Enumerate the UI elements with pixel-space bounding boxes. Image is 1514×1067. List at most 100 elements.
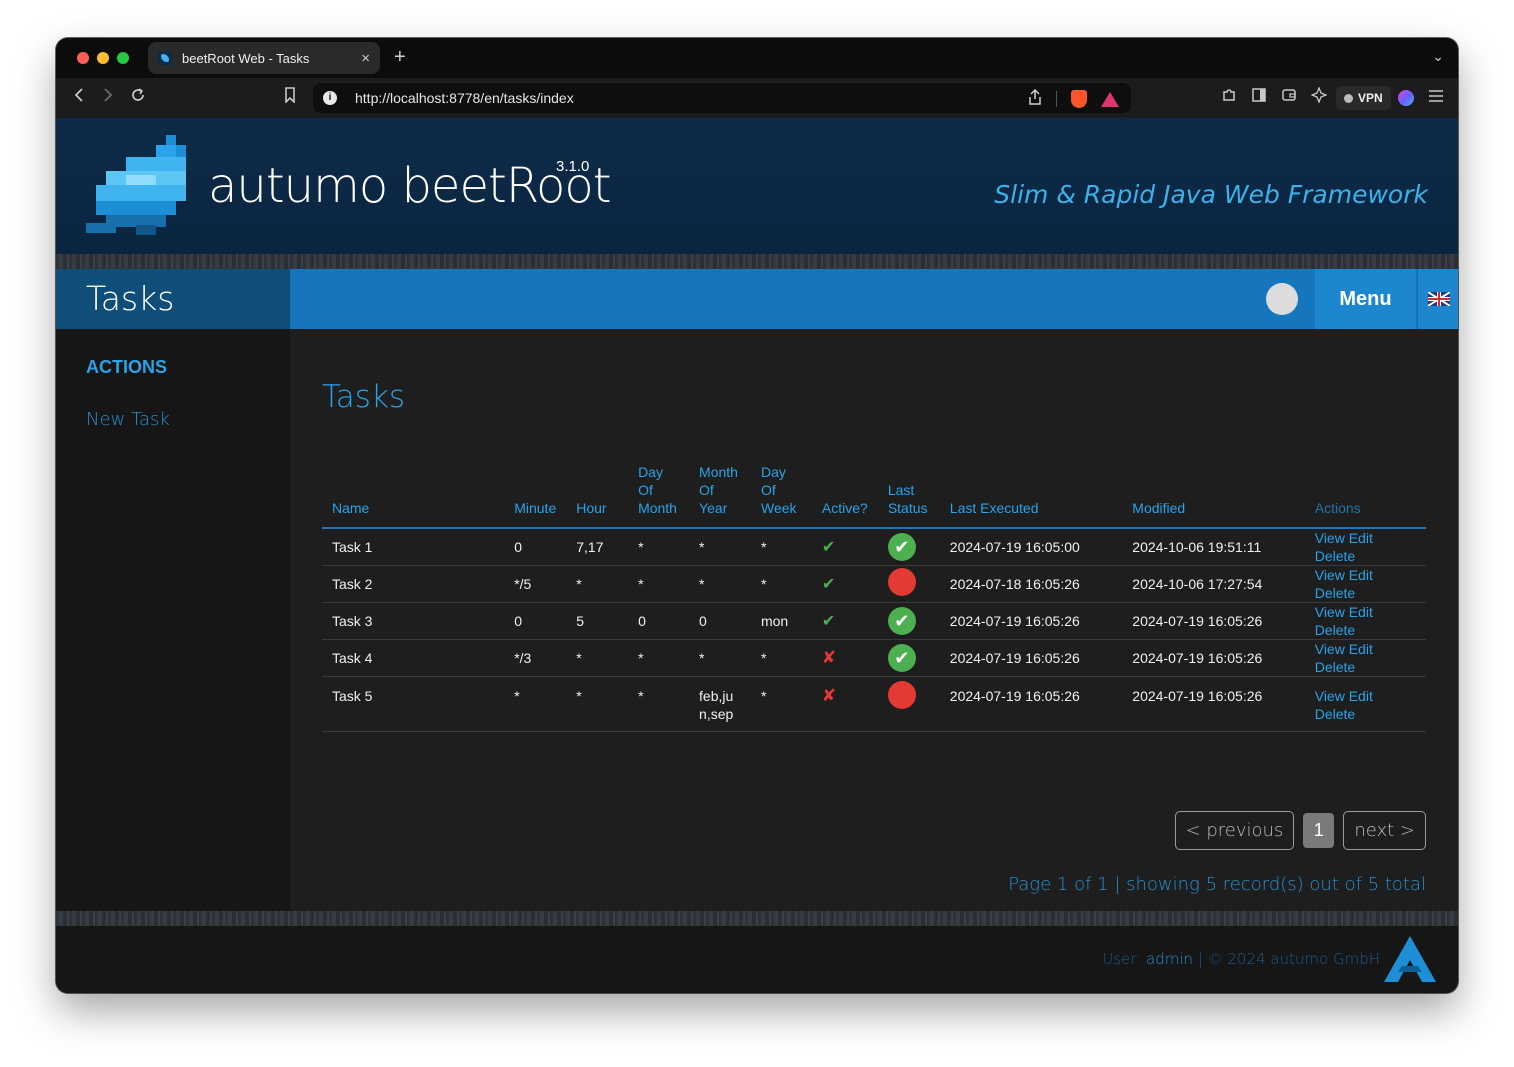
column-header-last-status[interactable]: Last Status xyxy=(877,460,940,529)
column-header-name[interactable]: Name xyxy=(322,460,505,529)
cell-actions: View Edit Delete xyxy=(1304,602,1426,640)
cell-modified: 2024-10-06 17:27:54 xyxy=(1122,565,1305,603)
vpn-button[interactable]: VPN xyxy=(1336,86,1391,110)
version-label: 3.1.0 xyxy=(556,158,590,175)
cell-last-status: ✔ xyxy=(877,528,940,566)
share-icon[interactable] xyxy=(1028,88,1042,109)
cell-name: Task 4 xyxy=(322,639,505,677)
cell-month-of-year: * xyxy=(689,565,751,603)
column-header-month-of-year[interactable]: Month Of Year xyxy=(689,460,751,529)
cell-last-status xyxy=(877,565,940,603)
cell-actions: View Edit Delete xyxy=(1304,565,1426,603)
table-row: Task 2 */5 * * * * ✔ 2024-07-18 16:05:26… xyxy=(322,565,1426,603)
cell-modified: 2024-07-19 16:05:26 xyxy=(1122,676,1305,732)
next-page-button[interactable]: next > xyxy=(1343,811,1426,850)
leo-ai-icon[interactable] xyxy=(1308,86,1330,109)
footer: User: admin | © 2024 autumo GmbH xyxy=(56,926,1458,993)
edit-link[interactable]: Edit xyxy=(1349,567,1373,583)
inactive-cross-icon: ✘ xyxy=(821,648,837,667)
cell-modified: 2024-07-19 16:05:26 xyxy=(1122,639,1305,677)
cell-last-executed: 2024-07-19 16:05:26 xyxy=(939,676,1123,732)
tab-title: beetRoot Web - Tasks xyxy=(182,50,310,66)
column-header-day-of-week[interactable]: Day Of Week xyxy=(750,460,812,529)
brave-rewards-icon[interactable] xyxy=(1101,91,1119,107)
column-header-active[interactable]: Active? xyxy=(811,460,878,529)
cell-last-executed: 2024-07-19 16:05:26 xyxy=(939,639,1123,677)
maximize-window-button[interactable] xyxy=(117,52,129,64)
sidebar-item-new-task[interactable]: New Task xyxy=(86,409,170,430)
column-header-actions: Actions xyxy=(1304,460,1426,529)
status-ok-icon: ✔ xyxy=(887,533,916,561)
close-window-button[interactable] xyxy=(77,52,89,64)
view-link[interactable]: View xyxy=(1315,641,1345,657)
cell-name: Task 3 xyxy=(322,602,505,640)
browser-tab[interactable]: beetRoot Web - Tasks × xyxy=(148,42,380,74)
view-link[interactable]: View xyxy=(1315,567,1345,583)
column-header-modified[interactable]: Modified xyxy=(1122,460,1305,529)
tagline: Slim & Rapid Java Web Framework xyxy=(994,180,1428,209)
edit-link[interactable]: Edit xyxy=(1349,641,1373,657)
footer-user-link[interactable]: admin xyxy=(1146,950,1193,968)
extensions-icon[interactable] xyxy=(1218,87,1240,109)
cell-hour: * xyxy=(566,639,629,677)
address-url[interactable]: http://localhost:8778/en/tasks/index xyxy=(355,90,574,106)
status-error-icon xyxy=(887,681,916,709)
cell-day-of-month: 0 xyxy=(628,602,690,640)
vpn-label: VPN xyxy=(1358,91,1383,105)
new-tab-button[interactable]: + xyxy=(394,46,406,69)
footer-divider-band xyxy=(56,911,1458,926)
edit-link[interactable]: Edit xyxy=(1349,530,1373,546)
footer-user-prefix: User: xyxy=(1102,950,1147,968)
autumo-logo-icon[interactable] xyxy=(1384,936,1436,982)
active-check-icon: ✔ xyxy=(821,575,836,593)
cell-last-status: ✔ xyxy=(877,602,940,640)
cell-active: ✔ xyxy=(811,602,878,640)
cell-name: Task 5 xyxy=(322,676,505,732)
sidebar-icon[interactable] xyxy=(1248,87,1270,109)
view-link[interactable]: View xyxy=(1315,688,1345,704)
edit-link[interactable]: Edit xyxy=(1349,604,1373,620)
hamburger-menu-icon[interactable] xyxy=(1425,87,1447,109)
cell-actions: View Edit Delete xyxy=(1304,639,1426,677)
site-info-icon[interactable]: i xyxy=(323,91,337,105)
cell-month-of-year: feb,ju n,sep xyxy=(689,676,751,732)
profile-avatar[interactable] xyxy=(1398,90,1414,106)
bookmark-icon[interactable] xyxy=(279,87,301,109)
delete-link[interactable]: Delete xyxy=(1315,706,1355,722)
tab-close-icon[interactable]: × xyxy=(361,50,370,67)
cell-hour: * xyxy=(566,676,629,732)
edit-link[interactable]: Edit xyxy=(1349,688,1373,704)
wallet-icon[interactable] xyxy=(1278,87,1300,109)
delete-link[interactable]: Delete xyxy=(1315,548,1355,564)
cell-day-of-month: * xyxy=(628,565,690,603)
brave-shield-icon[interactable] xyxy=(1071,90,1087,108)
minimize-window-button[interactable] xyxy=(97,52,109,64)
reload-icon[interactable] xyxy=(127,87,149,109)
delete-link[interactable]: Delete xyxy=(1315,585,1355,601)
language-button[interactable] xyxy=(1417,269,1458,329)
tab-strip: beetRoot Web - Tasks × + ⌄ xyxy=(56,38,1458,78)
view-link[interactable]: View xyxy=(1315,604,1345,620)
column-header-day-of-month[interactable]: Day Of Month xyxy=(628,460,690,529)
view-link[interactable]: View xyxy=(1315,530,1345,546)
menu-button[interactable]: Menu xyxy=(1315,269,1416,329)
column-header-hour[interactable]: Hour xyxy=(566,460,629,529)
cell-actions: View Edit Delete xyxy=(1304,528,1426,566)
forward-chevron-icon[interactable] xyxy=(97,87,119,109)
cell-minute: */5 xyxy=(504,565,567,603)
cell-day-of-month: * xyxy=(628,528,690,566)
address-bar[interactable]: i http://localhost:8778/en/tasks/index xyxy=(313,83,1131,113)
delete-link[interactable]: Delete xyxy=(1315,622,1355,638)
current-page-button[interactable]: 1 xyxy=(1303,813,1335,848)
theme-toggle-button[interactable] xyxy=(1266,283,1298,315)
column-header-minute[interactable]: Minute xyxy=(504,460,567,529)
cell-day-of-week: * xyxy=(750,676,812,732)
column-header-last-executed[interactable]: Last Executed xyxy=(939,460,1123,529)
cell-day-of-month: * xyxy=(628,639,690,677)
back-chevron-icon[interactable] xyxy=(68,87,90,109)
previous-page-button[interactable]: < previous xyxy=(1174,811,1295,850)
delete-link[interactable]: Delete xyxy=(1315,659,1355,675)
tab-list-chevron-icon[interactable]: ⌄ xyxy=(1432,48,1444,65)
browser-toolbar: i http://localhost:8778/en/tasks/index V… xyxy=(56,78,1458,118)
beetroot-favicon-icon xyxy=(158,51,172,65)
